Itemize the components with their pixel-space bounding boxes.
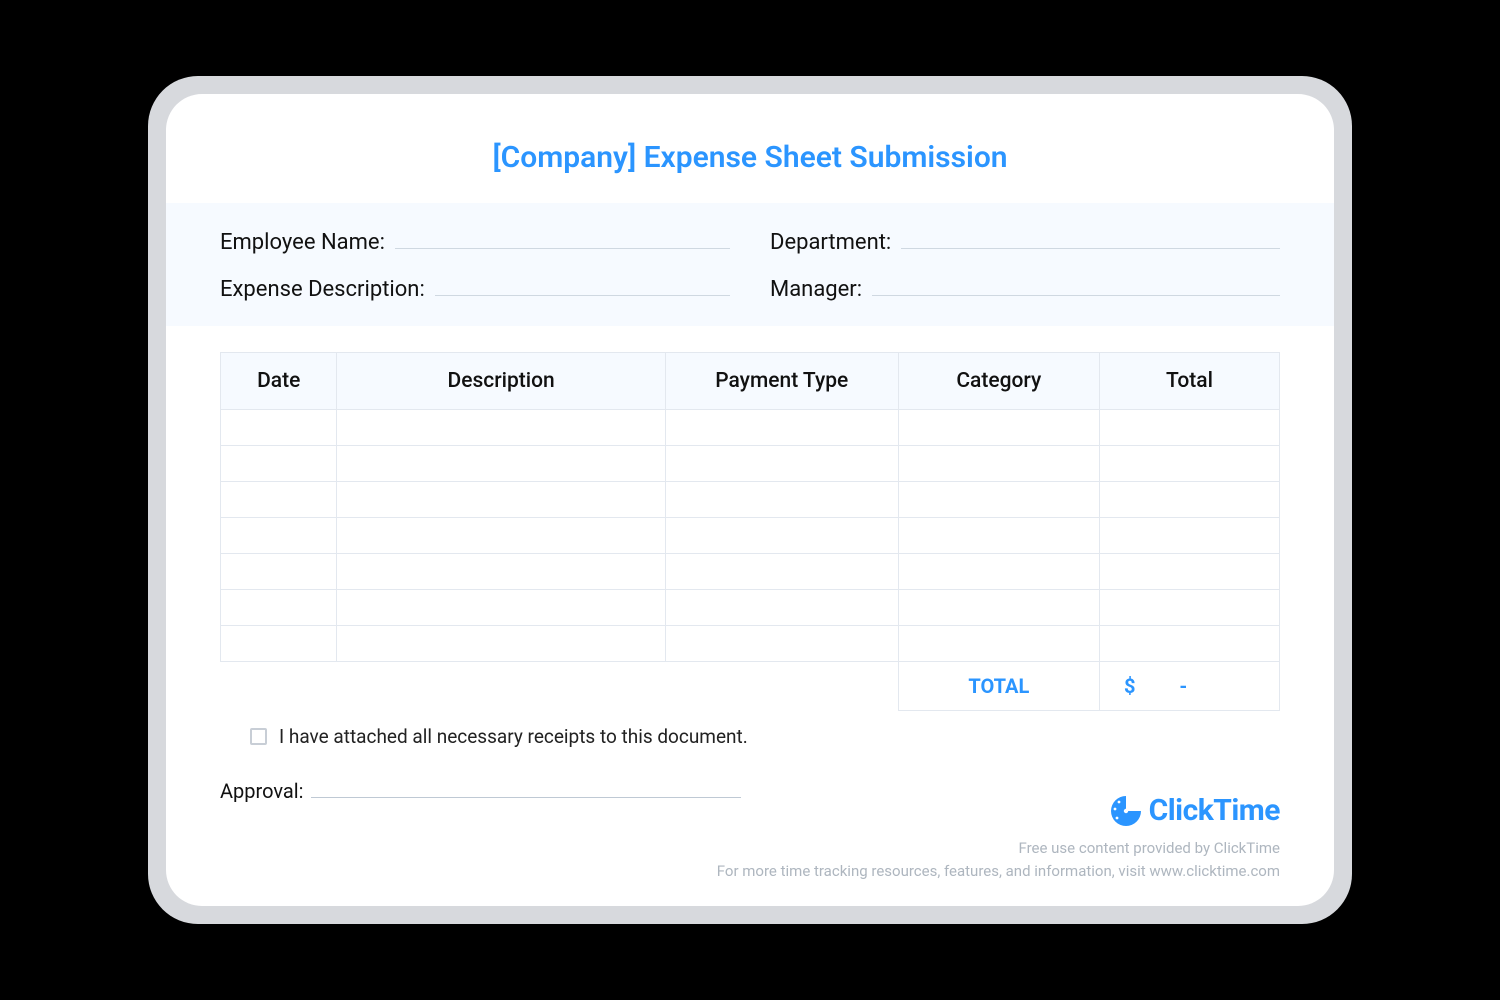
manager-label: Manager: — [770, 277, 862, 302]
receipts-check-row: I have attached all necessary receipts t… — [250, 725, 1280, 748]
total-amount: $- — [1099, 661, 1279, 710]
cell[interactable] — [337, 625, 665, 661]
page-title: [Company] Expense Sheet Submission — [166, 140, 1334, 175]
below-table: I have attached all necessary receipts t… — [166, 721, 1334, 803]
cell[interactable] — [337, 517, 665, 553]
expense-table-wrap: Date Description Payment Type Category T… — [166, 326, 1334, 711]
department-label: Department: — [770, 230, 891, 255]
cell[interactable] — [898, 409, 1099, 445]
cell[interactable] — [665, 625, 898, 661]
table-row — [221, 625, 1280, 661]
cell[interactable] — [337, 445, 665, 481]
footer: Free use content provided by ClickTime F… — [717, 837, 1280, 882]
table-header-row: Date Description Payment Type Category T… — [221, 352, 1280, 409]
footer-line-1: Free use content provided by ClickTime — [717, 837, 1280, 860]
cell[interactable] — [221, 445, 337, 481]
cell[interactable] — [665, 481, 898, 517]
total-row: TOTAL $- — [221, 661, 1280, 710]
cell[interactable] — [1099, 625, 1279, 661]
approval-label: Approval: — [220, 779, 303, 803]
department-input[interactable] — [901, 223, 1280, 249]
cell[interactable] — [665, 553, 898, 589]
col-category: Category — [898, 352, 1099, 409]
cell[interactable] — [898, 481, 1099, 517]
expense-description-label: Expense Description: — [220, 277, 425, 302]
cell[interactable] — [337, 481, 665, 517]
cell[interactable] — [1099, 445, 1279, 481]
table-row — [221, 517, 1280, 553]
brand-logo: ClickTime — [1109, 793, 1280, 828]
cell[interactable] — [221, 625, 337, 661]
cell[interactable] — [665, 445, 898, 481]
screen: [Company] Expense Sheet Submission Emplo… — [166, 94, 1334, 906]
cell[interactable] — [1099, 481, 1279, 517]
cell[interactable] — [221, 553, 337, 589]
employee-name-label: Employee Name: — [220, 230, 385, 255]
expense-table: Date Description Payment Type Category T… — [220, 352, 1280, 711]
cell[interactable] — [337, 589, 665, 625]
cell[interactable] — [665, 409, 898, 445]
cell[interactable] — [221, 517, 337, 553]
field-employee-name: Employee Name: — [220, 223, 730, 255]
table-row — [221, 589, 1280, 625]
field-expense-description: Expense Description: — [220, 269, 730, 301]
field-manager: Manager: — [770, 269, 1280, 301]
table-row — [221, 409, 1280, 445]
manager-input[interactable] — [872, 269, 1280, 295]
cell[interactable] — [898, 589, 1099, 625]
header-fields: Employee Name: Department: Expense Descr… — [166, 203, 1334, 326]
receipts-checkbox-label: I have attached all necessary receipts t… — [279, 725, 748, 748]
col-payment-type: Payment Type — [665, 352, 898, 409]
col-description: Description — [337, 352, 665, 409]
cell[interactable] — [1099, 517, 1279, 553]
cell[interactable] — [898, 517, 1099, 553]
cell[interactable] — [665, 589, 898, 625]
cell[interactable] — [221, 589, 337, 625]
cell[interactable] — [337, 553, 665, 589]
total-label: TOTAL — [898, 661, 1099, 710]
cell[interactable] — [221, 481, 337, 517]
col-date: Date — [221, 352, 337, 409]
table-row — [221, 553, 1280, 589]
brand-name: ClickTime — [1149, 793, 1280, 828]
cell[interactable] — [221, 409, 337, 445]
receipts-checkbox[interactable] — [250, 728, 267, 745]
cell[interactable] — [337, 409, 665, 445]
cell[interactable] — [1099, 409, 1279, 445]
footer-line-2: For more time tracking resources, featur… — [717, 860, 1280, 883]
table-row — [221, 445, 1280, 481]
cell[interactable] — [1099, 553, 1279, 589]
cell[interactable] — [665, 517, 898, 553]
cell[interactable] — [1099, 589, 1279, 625]
table-row — [221, 481, 1280, 517]
field-department: Department: — [770, 223, 1280, 255]
employee-name-input[interactable] — [395, 223, 730, 249]
cell[interactable] — [898, 625, 1099, 661]
clicktime-icon — [1109, 794, 1143, 828]
device-frame: [Company] Expense Sheet Submission Emplo… — [148, 76, 1352, 924]
cell[interactable] — [898, 553, 1099, 589]
approval-input[interactable] — [311, 776, 741, 798]
expense-description-input[interactable] — [435, 269, 730, 295]
title-area: [Company] Expense Sheet Submission — [166, 94, 1334, 203]
cell[interactable] — [898, 445, 1099, 481]
col-total: Total — [1099, 352, 1279, 409]
